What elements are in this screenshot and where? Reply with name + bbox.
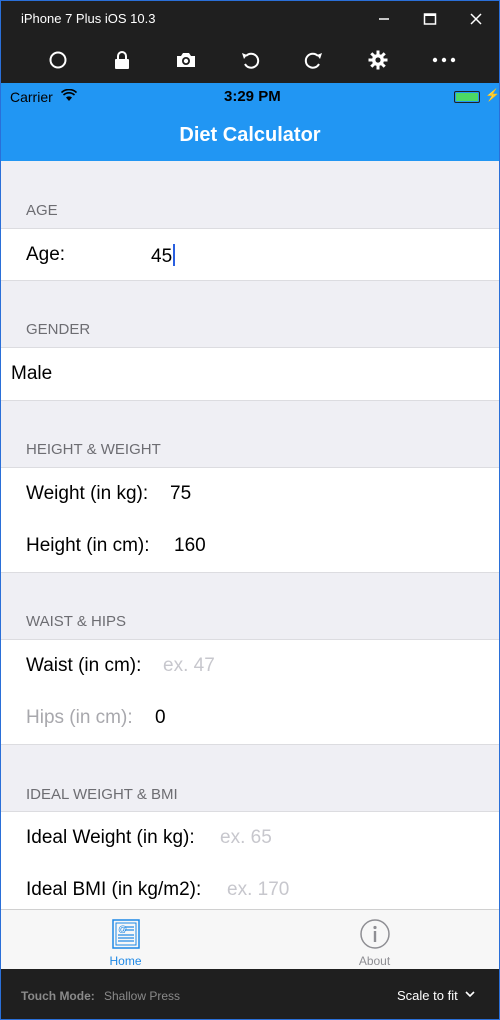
- close-icon: [470, 13, 482, 25]
- home-icon: [49, 51, 67, 69]
- height-input[interactable]: 160: [174, 535, 206, 557]
- carrier-label: Carrier: [10, 89, 53, 105]
- hips-input[interactable]: 0: [155, 707, 166, 729]
- rotate-left-button[interactable]: [237, 47, 263, 73]
- ideal-weight-label: Ideal Weight (in kg):: [26, 827, 195, 848]
- tab-home-label: Home: [109, 954, 142, 968]
- status-bar: Carrier 3:29 PM ⚡: [1, 83, 499, 111]
- settings-icon: [368, 50, 388, 70]
- waist-row[interactable]: Waist (in cm): ex. 47: [1, 640, 499, 692]
- tab-home[interactable]: @ Home: [1, 910, 250, 969]
- tab-bar: @ Home About: [1, 909, 499, 969]
- wifi-icon: [61, 89, 77, 101]
- minimize-icon: [379, 18, 389, 20]
- form-content: AGE Age: 45 GENDER Male HEIGHT & WEIGHT …: [1, 161, 499, 909]
- age-label: Age:: [26, 244, 66, 265]
- scale-dropdown[interactable]: Scale to fit: [397, 988, 458, 1003]
- document-icon: @: [112, 919, 140, 949]
- simulator-window: iPhone 7 Plus iOS 10.3 Carrier 3:29 PM ⚡…: [0, 0, 500, 1020]
- weight-input[interactable]: 75: [170, 483, 191, 505]
- battery-icon: [454, 91, 480, 103]
- touch-mode-value[interactable]: Shallow Press: [104, 989, 180, 1003]
- lock-button[interactable]: [109, 47, 135, 73]
- gender-group: Male: [1, 347, 499, 401]
- ideal-weight-input[interactable]: ex. 65: [220, 827, 272, 849]
- weight-label: Weight (in kg):: [26, 483, 149, 504]
- touch-mode-label: Touch Mode:: [21, 989, 95, 1003]
- more-icon: [432, 57, 456, 63]
- height-label: Height (in cm):: [26, 535, 150, 556]
- rotate-right-button[interactable]: [301, 47, 327, 73]
- weight-row[interactable]: Weight (in kg): 75: [1, 468, 499, 520]
- page-title: Diet Calculator: [179, 124, 321, 146]
- waist-input[interactable]: ex. 47: [163, 655, 215, 677]
- ideal-bmi-row[interactable]: Ideal BMI (in kg/m2): ex. 170: [1, 864, 499, 909]
- hips-row[interactable]: Hips (in cm): 0: [1, 692, 499, 744]
- status-time: 3:29 PM: [224, 88, 281, 105]
- rotate-right-icon: [304, 52, 322, 69]
- waist-hips-group: Waist (in cm): ex. 47 Hips (in cm): 0: [1, 639, 499, 745]
- age-input[interactable]: 45: [151, 244, 176, 268]
- phone-screen: Carrier 3:29 PM ⚡ Diet Calculator AGE Ag…: [1, 83, 499, 969]
- tab-about-label: About: [358, 954, 391, 968]
- chevron-down-icon[interactable]: [465, 989, 475, 999]
- simulator-footer: Touch Mode: Shallow Press Scale to fit: [1, 969, 499, 1019]
- waist-label: Waist (in cm):: [26, 655, 142, 676]
- maximize-icon: [423, 13, 437, 25]
- more-button[interactable]: [431, 47, 457, 73]
- simulator-toolbar: [1, 37, 499, 83]
- window-title: iPhone 7 Plus iOS 10.3: [21, 11, 156, 26]
- maximize-button[interactable]: [415, 7, 445, 31]
- ideal-bmi-label: Ideal BMI (in kg/m2):: [26, 879, 202, 900]
- lock-icon: [115, 51, 129, 69]
- window-titlebar: iPhone 7 Plus iOS 10.3: [1, 1, 499, 37]
- text-cursor: [173, 244, 176, 266]
- height-weight-group: Weight (in kg): 75 Height (in cm): 160: [1, 467, 499, 573]
- camera-icon: [177, 53, 195, 67]
- home-button[interactable]: [45, 47, 71, 73]
- age-row[interactable]: Age: 45: [1, 229, 499, 281]
- rotate-left-icon: [242, 52, 260, 69]
- gender-picker[interactable]: Male: [1, 348, 499, 400]
- gender-value: Male: [11, 363, 53, 384]
- hips-label: Hips (in cm):: [26, 707, 133, 728]
- age-group: Age: 45: [1, 228, 499, 281]
- height-row[interactable]: Height (in cm): 160: [1, 520, 499, 572]
- minimize-button[interactable]: [369, 7, 399, 31]
- ideal-bmi-input[interactable]: ex. 170: [227, 879, 289, 901]
- charging-icon: ⚡: [485, 88, 499, 102]
- ideal-group: Ideal Weight (in kg): ex. 65 Ideal BMI (…: [1, 811, 499, 909]
- screenshot-button[interactable]: [173, 47, 199, 73]
- ideal-weight-row[interactable]: Ideal Weight (in kg): ex. 65: [1, 812, 499, 864]
- navigation-bar: Diet Calculator: [1, 111, 499, 161]
- tab-about[interactable]: About: [250, 910, 499, 969]
- info-icon: [360, 919, 390, 949]
- close-button[interactable]: [461, 7, 491, 31]
- settings-button[interactable]: [365, 47, 391, 73]
- svg-text:@: @: [118, 924, 127, 934]
